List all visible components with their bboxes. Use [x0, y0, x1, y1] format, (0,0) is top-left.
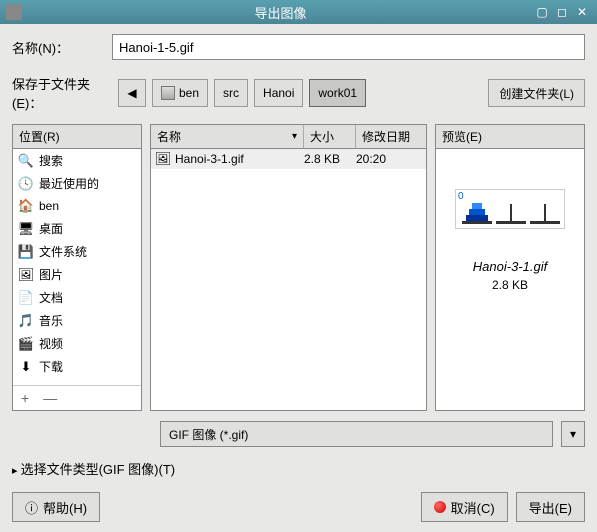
places-panel: 位置(R) 🔍 搜索 🕓 最近使用的 🏠 ben 🖥 桌面 💾 文件系统 🖼 图片 📄 文档 🎵 音乐 🎬 视频 ⬇…	[12, 124, 142, 411]
home-icon	[161, 86, 175, 100]
column-size[interactable]: 大小	[304, 125, 356, 148]
help-button[interactable]: ⓘ帮助(H)	[12, 492, 100, 522]
place-icon: 💾	[18, 244, 34, 260]
place-icon: ⬇	[18, 359, 34, 375]
preview-header: 预览(E)	[436, 125, 584, 149]
place-label: 搜索	[39, 152, 63, 169]
places-header: 位置(R)	[13, 125, 141, 149]
file-list-panel: 名称▾ 大小 修改日期 🖼Hanoi-3-1.gif2.8 KB20:20	[150, 124, 427, 411]
name-label: 名称(N)：	[12, 38, 112, 57]
path-back-button[interactable]: ◀	[118, 79, 146, 107]
column-name[interactable]: 名称▾	[151, 125, 304, 148]
window-title: 导出图像	[28, 3, 533, 22]
app-icon	[6, 4, 22, 20]
sidebar-item-5[interactable]: 🖼 图片	[13, 263, 141, 286]
place-label: 视频	[39, 335, 63, 352]
maximize-button[interactable]: ◻	[553, 4, 571, 20]
place-icon: 🕓	[18, 176, 34, 192]
create-folder-button[interactable]: 创建文件夹(L)	[488, 79, 585, 107]
place-icon: 🔍	[18, 153, 34, 169]
cancel-button[interactable]: 取消(C)	[421, 492, 508, 522]
sort-arrow-icon: ▾	[292, 131, 297, 142]
sidebar-item-0[interactable]: 🔍 搜索	[13, 149, 141, 172]
preview-thumbnail: 0	[455, 189, 565, 229]
path-segment-work01[interactable]: work01	[309, 79, 366, 107]
place-icon: 🎬	[18, 336, 34, 352]
place-label: 文件系统	[39, 243, 87, 260]
preview-panel: 预览(E) 0 Hanoi-3-1.gif 2.8 KB	[435, 124, 585, 411]
column-date[interactable]: 修改日期	[356, 125, 426, 148]
sidebar-item-3[interactable]: 🖥 桌面	[13, 217, 141, 240]
file-icon: 🖼	[155, 151, 171, 167]
path-segment-ben[interactable]: ben	[152, 79, 208, 107]
export-button[interactable]: 导出(E)	[516, 492, 585, 522]
path-segment-hanoi[interactable]: Hanoi	[254, 79, 303, 107]
sidebar-item-2[interactable]: 🏠 ben	[13, 195, 141, 217]
place-icon: 🏠	[18, 198, 34, 214]
help-icon: ⓘ	[25, 498, 38, 517]
place-icon: 📄	[18, 290, 34, 306]
filetype-dropdown-button[interactable]: ▾	[561, 421, 585, 447]
remove-bookmark-button[interactable]: —	[39, 390, 61, 406]
place-icon: 🖥	[18, 221, 34, 237]
expand-filetype[interactable]: 选择文件类型(GIF 图像)(T)	[12, 459, 585, 478]
sidebar-item-7[interactable]: 🎵 音乐	[13, 309, 141, 332]
preview-filename: Hanoi-3-1.gif	[473, 259, 547, 274]
place-label: 文档	[39, 289, 63, 306]
titlebar: 导出图像 ▢ ◻ ✕	[0, 0, 597, 24]
preview-filesize: 2.8 KB	[492, 278, 528, 292]
sidebar-item-8[interactable]: 🎬 视频	[13, 332, 141, 355]
close-button[interactable]: ✕	[573, 4, 591, 20]
cancel-icon	[434, 501, 446, 513]
sidebar-item-4[interactable]: 💾 文件系统	[13, 240, 141, 263]
place-label: 音乐	[39, 312, 63, 329]
sidebar-item-6[interactable]: 📄 文档	[13, 286, 141, 309]
path-segment-src[interactable]: src	[214, 79, 248, 107]
minimize-button[interactable]: ▢	[533, 4, 551, 20]
place-label: 最近使用的	[39, 175, 99, 192]
place-label: ben	[39, 199, 59, 213]
place-label: 图片	[39, 266, 63, 283]
place-icon: 🎵	[18, 313, 34, 329]
file-row[interactable]: 🖼Hanoi-3-1.gif2.8 KB20:20	[151, 149, 426, 169]
sidebar-item-1[interactable]: 🕓 最近使用的	[13, 172, 141, 195]
filename-input[interactable]	[112, 34, 585, 60]
place-icon: 🖼	[18, 267, 34, 283]
add-bookmark-button[interactable]: +	[17, 390, 33, 406]
place-label: 下载	[39, 358, 63, 375]
sidebar-item-9[interactable]: ⬇ 下载	[13, 355, 141, 378]
place-label: 桌面	[39, 220, 63, 237]
save-in-label: 保存于文件夹(E)：	[12, 74, 112, 112]
filetype-combo[interactable]: GIF 图像 (*.gif)	[160, 421, 553, 447]
